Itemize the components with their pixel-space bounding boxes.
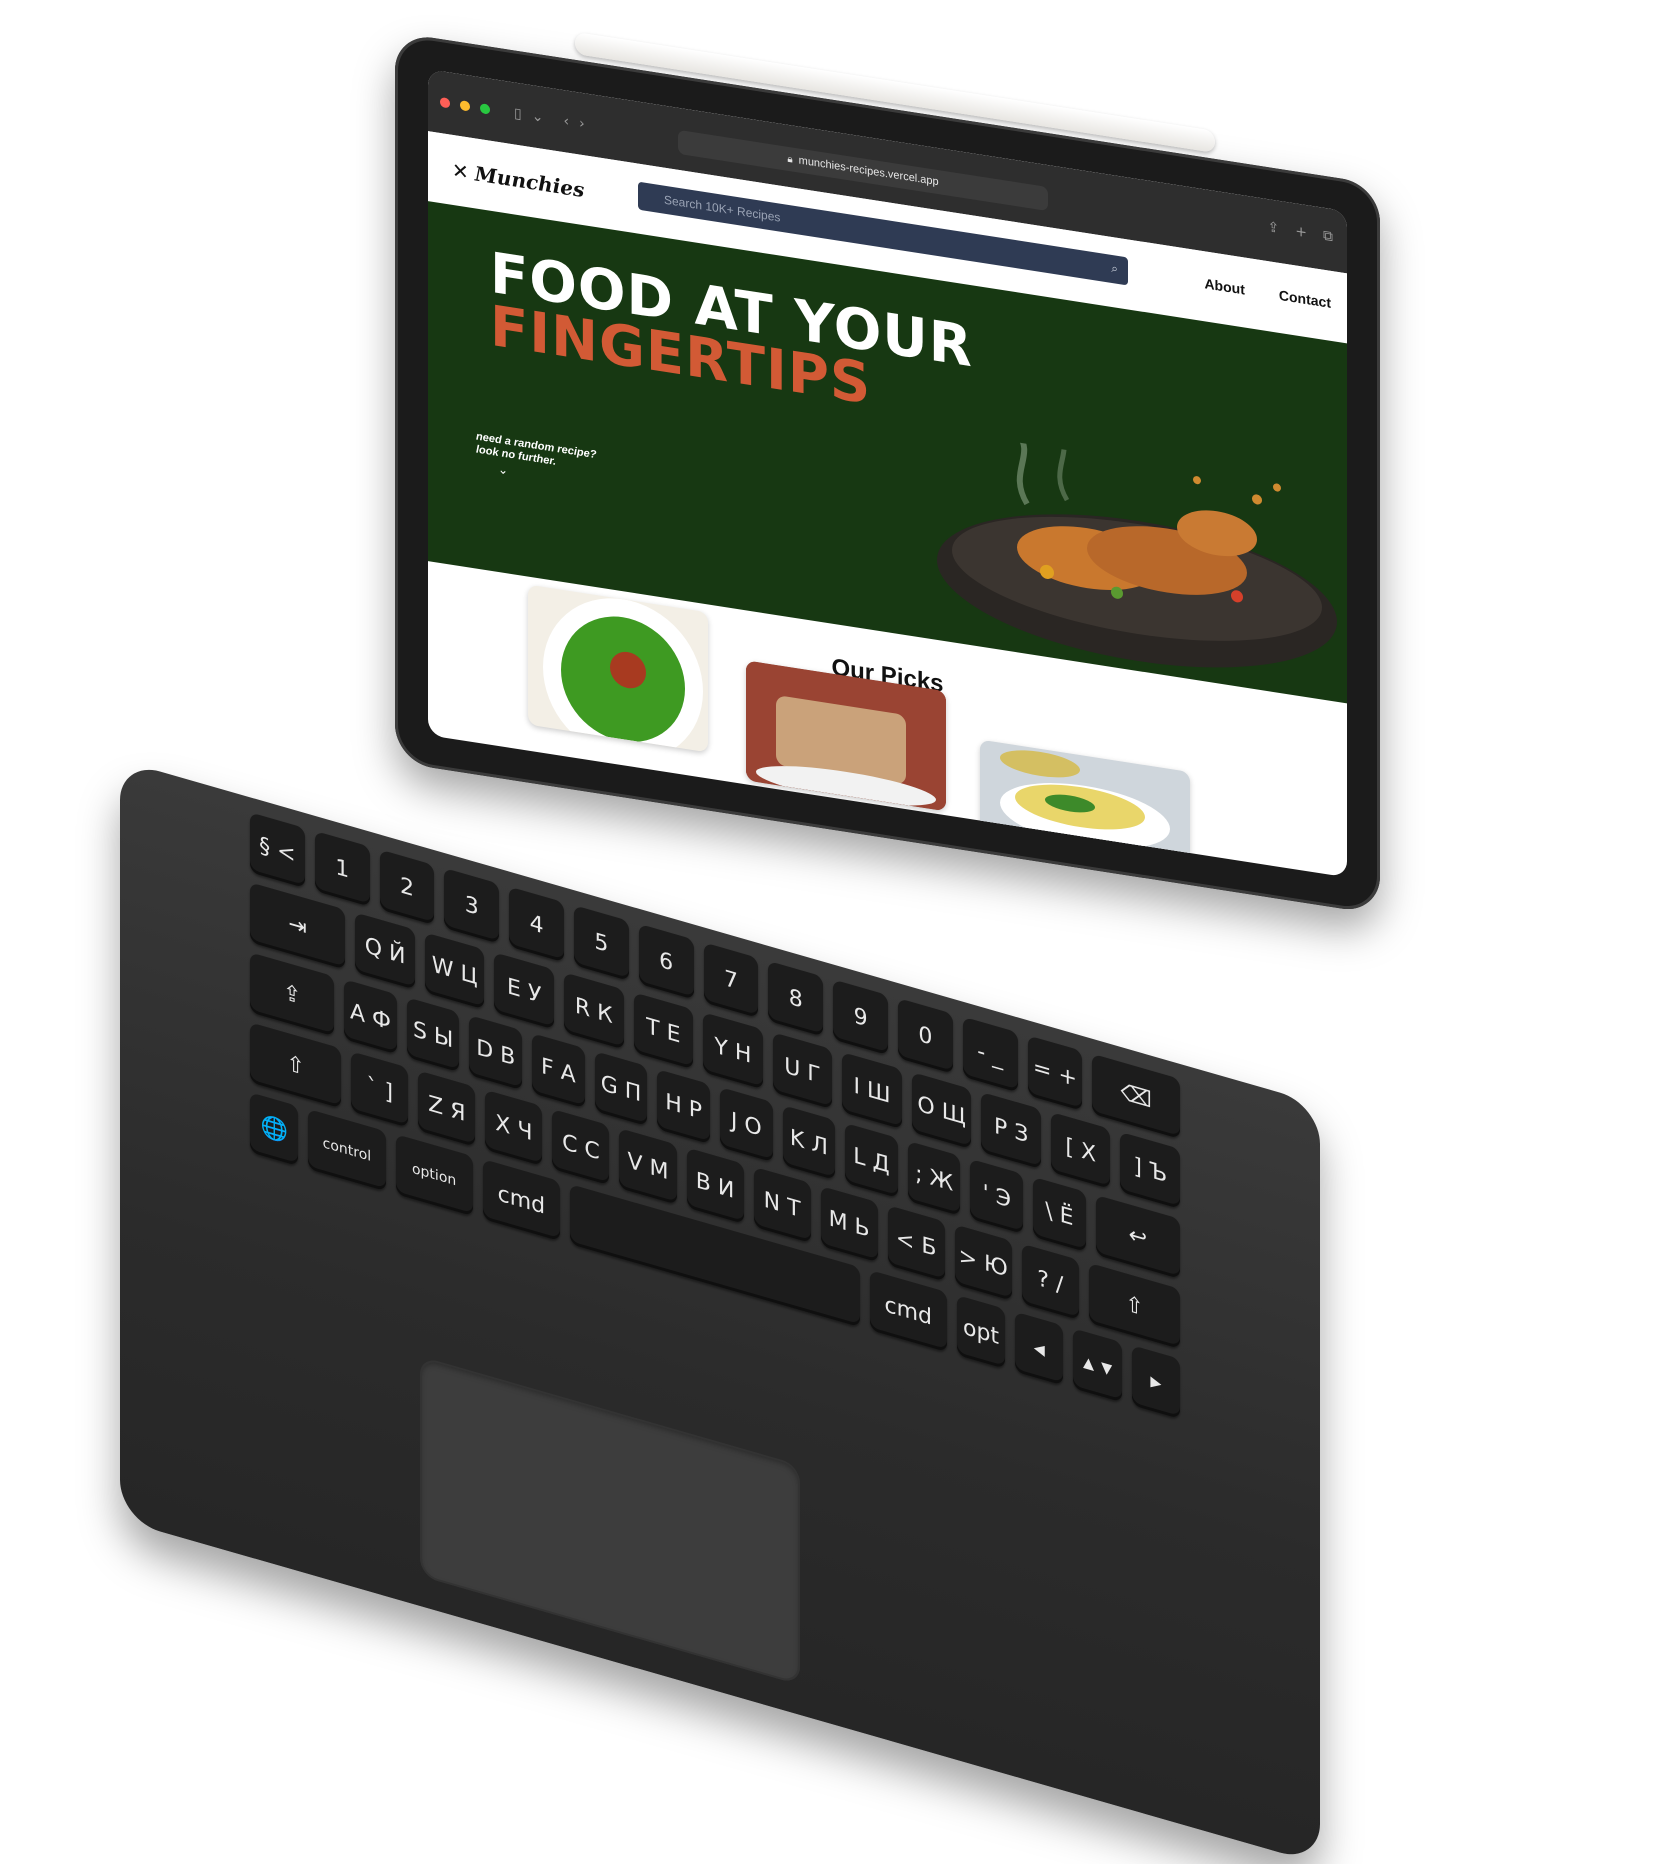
keyboard-key[interactable]: H Р [657,1069,710,1145]
pick-card[interactable] [528,584,708,753]
keyboard-key[interactable]: X Ч [485,1089,543,1167]
new-tab-icon[interactable]: + [1295,223,1307,241]
keyboard-key[interactable]: ' Э [970,1158,1024,1234]
keyboard-key[interactable]: L Д [845,1122,898,1199]
hero-title: FOOD AT YOUR FINGERTIPS [490,241,973,428]
egg-frittata-image [980,739,1190,863]
search-icon[interactable]: ⌕ [1111,261,1118,277]
keyboard-keys: § <1 2 3 4 5 6 7 8 9 0- _ = + ⌫ ⇥ Q ЙW ЦE УR КT ЕY НU… [250,812,1181,1549]
keyboard-key[interactable]: M Ь [820,1185,878,1263]
keyboard-key[interactable]: U Г [772,1032,833,1110]
keyboard-key[interactable]: ? / [1021,1243,1079,1320]
keyboard-key[interactable]: > Ю [954,1224,1012,1301]
keyboard-key[interactable]: ◂ [1015,1311,1064,1386]
keyboard-key[interactable]: T Е [633,992,694,1070]
keyboard-key[interactable]: W Ц [424,932,485,1010]
keyboard-key[interactable]: ` ] [351,1051,409,1128]
spinach-dish-image [543,598,703,753]
keyboard-key[interactable]: option [395,1134,473,1217]
site-nav: About Contact [1204,275,1331,311]
nav-about-link[interactable]: About [1204,275,1244,297]
keyboard-key[interactable]: E У [494,952,554,1030]
keyboard-key[interactable]: cmd [869,1269,947,1353]
keyboard-key[interactable]: N Т [753,1166,811,1244]
keyboard-key[interactable]: ] Ъ [1120,1131,1181,1209]
pick-card[interactable] [980,739,1190,863]
chevron-down-icon[interactable]: ⌄ [532,108,544,126]
keyboard-key[interactable]: ⇪ [250,952,335,1037]
browser-screen: ▯ ⌄ ‹ › 🔒︎ munchies-recipes.vercel.app ⇪… [428,69,1347,878]
random-recipe-tagline[interactable]: need a random recipe? look no further. [476,431,596,475]
keyboard-key[interactable]: \ Ё [1033,1176,1086,1252]
keyboard-key[interactable]: G П [594,1051,648,1127]
keyboard-key[interactable]: § < [250,812,305,888]
chevron-down-icon[interactable]: ⌄ [498,462,508,478]
keyboard-key[interactable]: [ Х [1050,1111,1111,1190]
keyboard-key[interactable]: cmd [482,1159,560,1242]
logo-text: Munchies [474,161,585,203]
keyboard-key[interactable]: Y Н [703,1012,763,1090]
crossed-utensils-icon: ✕ [452,157,469,185]
keyboard-key[interactable]: ⌫ [1092,1053,1181,1139]
url-text: munchies-recipes.vercel.app [798,154,939,189]
nav-contact-link[interactable]: Contact [1279,287,1331,311]
keyboard-key[interactable]: 7 [703,942,759,1019]
keyboard-key[interactable]: O Щ [911,1072,972,1150]
keyboard-key[interactable]: Z Я [418,1070,476,1147]
keyboard-key[interactable]: 0 [897,998,953,1074]
ipad-device: ▯ ⌄ ‹ › 🔒︎ munchies-recipes.vercel.app ⇪… [395,31,1380,915]
keyboard-key[interactable]: J О [719,1087,773,1163]
sidebar-icon[interactable]: ▯ [514,105,522,122]
keyboard-key[interactable]: K Л [782,1104,836,1181]
keyboard-key[interactable]: opt [956,1294,1006,1369]
keyboard-key[interactable]: 🌐 [250,1092,299,1167]
keyboard-key[interactable]: 6 [638,923,694,1000]
keyboard-key[interactable]: A Ф [344,979,397,1055]
keyboard-key[interactable]: S Ы [406,997,460,1073]
keyboard-key[interactable]: 9 [833,979,888,1056]
keyboard-key[interactable]: P З [981,1091,1041,1170]
back-icon[interactable]: ‹ [563,113,569,130]
keyboard-key[interactable]: V М [619,1128,677,1205]
site-logo[interactable]: ✕ Munchies [452,158,584,202]
close-window-dot[interactable] [440,96,450,109]
keyboard-key[interactable]: I Ш [842,1052,902,1130]
keyboard-key[interactable]: ▴ ▾ [1073,1328,1122,1403]
search-placeholder: Search 10K+ Recipes [664,192,781,225]
keyboard-key[interactable]: = + [1027,1035,1083,1111]
keyboard-key[interactable]: F А [532,1033,585,1109]
keyboard-key[interactable]: control [308,1108,386,1192]
keyboard-key[interactable]: 8 [768,960,824,1037]
lock-icon: 🔒︎ [787,153,793,166]
keyboard-key[interactable]: 4 [509,886,564,963]
keyboard-key[interactable]: ▸ [1131,1345,1180,1419]
keyboard-key[interactable]: ↩ [1095,1194,1180,1279]
keyboard-key[interactable]: - _ [962,1016,1018,1093]
keyboard-key[interactable]: 5 [573,905,629,981]
magic-keyboard: § <1 2 3 4 5 6 7 8 9 0- _ = + ⌫ ⇥ Q ЙW ЦE УR КT ЕY НU… [120,760,1320,1864]
keyboard-key[interactable]: Q Й [355,912,415,990]
keyboard-key[interactable]: 1 [314,830,370,907]
keyboard-key[interactable]: D В [469,1015,523,1091]
forward-icon[interactable]: › [579,115,585,132]
keyboard-key[interactable]: 3 [444,868,500,944]
keyboard-key[interactable]: R К [563,972,624,1050]
chicken-pan-image [937,426,1337,668]
tabs-overview-icon[interactable]: ⧉ [1323,228,1333,246]
keyboard-key[interactable]: < Б [887,1205,945,1282]
minimize-window-dot[interactable] [460,100,470,112]
share-icon[interactable]: ⇪ [1268,219,1280,237]
zoom-window-dot[interactable] [480,103,490,115]
keyboard-key[interactable]: 2 [379,849,435,926]
keyboard-key[interactable]: ; Ж [907,1140,961,1216]
keyboard-key[interactable]: C С [552,1108,610,1186]
keyboard-key[interactable]: B И [686,1147,744,1224]
